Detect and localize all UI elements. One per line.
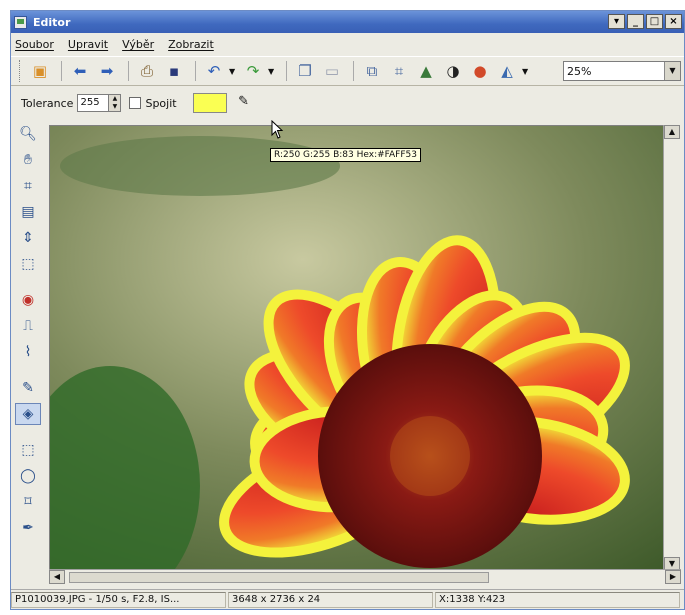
status-coordinates: X:1338 Y:423 bbox=[435, 591, 680, 608]
status-dimensions: 3648 x 2736 x 24 bbox=[228, 591, 433, 608]
crop-tool-icon[interactable]: ⌗ bbox=[15, 175, 41, 197]
title-bar[interactable]: Editor ▾ _ □ × bbox=[11, 11, 684, 33]
stem-shape bbox=[60, 136, 340, 196]
rect-select-tool-icon[interactable]: ⬚ bbox=[15, 439, 41, 461]
copy-icon[interactable]: ❐ bbox=[293, 60, 317, 82]
window-controls: ▾ _ □ × bbox=[608, 14, 682, 29]
app-icon bbox=[14, 15, 27, 29]
open-icon[interactable]: ▣ bbox=[28, 60, 52, 82]
zoom-value: 25% bbox=[567, 64, 592, 78]
menu-bar: Soubor Upravit Výběr Zobrazit bbox=[11, 35, 684, 54]
redo-dropdown-icon[interactable]: ▼ bbox=[268, 67, 276, 76]
red-eye-tool-icon[interactable]: ◉ bbox=[15, 289, 41, 311]
effects-dropdown-icon[interactable]: ▼ bbox=[522, 67, 530, 76]
toolbar-separator bbox=[128, 61, 129, 81]
toolbar-separator bbox=[195, 61, 196, 81]
image-canvas[interactable] bbox=[49, 125, 681, 571]
status-bar: P1010039.JPG - 1/50 s, F2.8, IS... 3648 … bbox=[11, 589, 684, 609]
dropper-icon[interactable]: ✎ bbox=[235, 94, 253, 112]
connect-checkbox[interactable] bbox=[129, 97, 142, 109]
editor-window: Editor ▾ _ □ × Soubor Upravit Výběr Zobr… bbox=[10, 10, 685, 610]
paste-icon[interactable]: ▭ bbox=[320, 60, 344, 82]
clone-tool-icon[interactable]: ⎍ bbox=[15, 315, 41, 337]
menu-zobrazit[interactable]: Zobrazit bbox=[168, 38, 214, 51]
scroll-right-icon[interactable]: ▶ bbox=[665, 570, 681, 584]
redo-icon[interactable]: ↷ bbox=[241, 60, 265, 82]
save-icon[interactable]: ▪ bbox=[162, 60, 186, 82]
options-bar: Tolerance 255 ▲ ▼ Spojit ✎ bbox=[11, 89, 684, 117]
color-swatch[interactable] bbox=[192, 93, 227, 113]
zoom-select[interactable]: 25% ▼ bbox=[563, 61, 681, 81]
tolerance-spinner[interactable]: ▲ ▼ bbox=[109, 94, 122, 112]
effects-icon[interactable]: ◭ bbox=[495, 60, 519, 82]
tool-group-gap bbox=[11, 279, 45, 289]
scanner-icon[interactable]: ⎙ bbox=[135, 60, 159, 82]
close-button[interactable]: × bbox=[665, 14, 682, 29]
scroll-left-icon[interactable]: ◀ bbox=[49, 570, 65, 584]
fill-tool-icon[interactable]: ◈ bbox=[15, 403, 41, 425]
back-arrow-icon[interactable]: ⬅ bbox=[68, 60, 92, 82]
crop-icon[interactable]: ⌗ bbox=[387, 60, 411, 82]
minimize-button[interactable]: _ bbox=[627, 14, 644, 29]
menu-soubor[interactable]: Soubor bbox=[15, 38, 54, 51]
connect-label: Spojit bbox=[145, 96, 177, 110]
smudge-tool-icon[interactable]: ⌇ bbox=[15, 341, 41, 363]
tolerance-label: Tolerance bbox=[21, 96, 74, 110]
flower-center-core bbox=[390, 416, 470, 496]
zoom-tool-icon[interactable]: 🔍︎ bbox=[15, 123, 41, 145]
mouse-cursor-icon bbox=[271, 120, 284, 139]
straighten-tool-icon[interactable]: ▤ bbox=[15, 201, 41, 223]
tool-group-gap bbox=[11, 367, 45, 377]
undo-icon[interactable]: ↶ bbox=[202, 60, 226, 82]
main-toolbar: ▣ ⬅ ➡ ⎙ ▪ ↶ ▼ ↷ ▼ ❐ ▭ ⧉ ⌗ ▲ ◑ ● ◭ ▼ 25% … bbox=[11, 56, 684, 86]
magic-select-tool-icon[interactable]: ⌑ bbox=[15, 491, 41, 513]
toolbar-separator bbox=[353, 61, 354, 81]
toolbar-grip[interactable] bbox=[19, 60, 22, 82]
toolbar-separator bbox=[61, 61, 62, 81]
status-file-info: P1010039.JPG - 1/50 s, F2.8, IS... bbox=[11, 591, 226, 608]
maximize-button[interactable]: □ bbox=[646, 14, 663, 29]
tool-group-gap bbox=[11, 429, 45, 439]
color-tooltip: R:250 G:255 B:83 Hex:#FAFF53 bbox=[270, 148, 421, 162]
scroll-up-icon[interactable]: ▲ bbox=[664, 125, 680, 139]
menu-vyber[interactable]: Výběr bbox=[122, 38, 154, 51]
image-adjust-icon[interactable]: ▲ bbox=[414, 60, 438, 82]
toolbar-separator bbox=[286, 61, 287, 81]
color-balance-icon[interactable]: ● bbox=[468, 60, 492, 82]
brush-tool-icon[interactable]: ✎ bbox=[15, 377, 41, 399]
window-menu-button[interactable]: ▾ bbox=[608, 14, 625, 29]
tools-panel: 🔍︎ ✋︎ ⌗ ▤ ⇕ ⬚ ◉ ⎍ ⌇ ✎ ◈ ⬚ ◯ ⌑ ✒ bbox=[11, 123, 45, 583]
chevron-down-icon[interactable]: ▼ bbox=[664, 62, 680, 80]
tolerance-input[interactable]: 255 bbox=[77, 94, 110, 112]
horizontal-scroll-thumb[interactable] bbox=[69, 572, 489, 583]
contrast-icon[interactable]: ◑ bbox=[441, 60, 465, 82]
vertical-line-tool-icon[interactable]: ⇕ bbox=[15, 227, 41, 249]
lasso-tool-icon[interactable]: ◯ bbox=[15, 465, 41, 487]
undo-dropdown-icon[interactable]: ▼ bbox=[229, 67, 237, 76]
hand-tool-icon[interactable]: ✋︎ bbox=[15, 149, 41, 171]
select-tool-icon[interactable]: ⬚ bbox=[15, 253, 41, 275]
dropper-tool-icon[interactable]: ✒ bbox=[15, 517, 41, 539]
forward-arrow-icon[interactable]: ➡ bbox=[95, 60, 119, 82]
window-title: Editor bbox=[33, 15, 71, 29]
resize-icon[interactable]: ⧉ bbox=[360, 60, 384, 82]
menu-upravit[interactable]: Upravit bbox=[68, 38, 108, 51]
horizontal-scrollbar[interactable]: ◀ ▶ bbox=[49, 569, 681, 585]
flower-photo bbox=[50, 126, 680, 570]
vertical-scrollbar[interactable]: ▲ ▼ bbox=[663, 125, 681, 571]
